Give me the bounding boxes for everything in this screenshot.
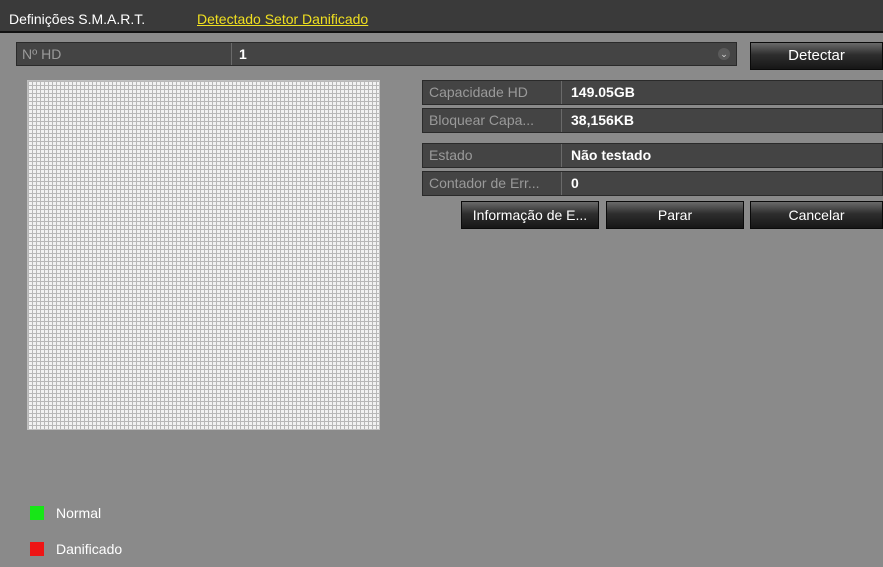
normal-swatch: [30, 506, 44, 520]
block-capacity-value: 38,156KB: [571, 112, 635, 128]
info-row-status: Estado Não testado: [422, 143, 883, 168]
tab-smart-settings[interactable]: Definições S.M.A.R.T.: [9, 9, 145, 29]
tab-bar: Definições S.M.A.R.T. Detectado Setor Da…: [0, 0, 883, 33]
hd-select[interactable]: Nº HD 1 ⌄: [16, 42, 737, 66]
capacity-value: 149.05GB: [571, 84, 635, 100]
sector-map-grid: [27, 80, 380, 430]
status-value: Não testado: [571, 147, 652, 163]
tab-bad-sector-detection[interactable]: Detectado Setor Danificado: [197, 9, 368, 29]
legend-normal-label: Normal: [56, 505, 102, 521]
block-capacity-label: Bloquear Capa...: [423, 109, 562, 132]
tab-divider: [0, 31, 883, 33]
cancel-button[interactable]: Cancelar: [750, 201, 883, 229]
hd-number-label: Nº HD: [17, 43, 232, 65]
info-row-error-count: Contador de Err... 0: [422, 171, 883, 196]
chevron-down-icon[interactable]: ⌄: [718, 48, 730, 60]
capacity-label: Capacidade HD: [423, 81, 562, 104]
hd-number-value[interactable]: 1: [239, 43, 247, 65]
error-count-label: Contador de Err...: [423, 172, 562, 195]
info-row-block-capacity: Bloquear Capa... 38,156KB: [422, 108, 883, 133]
status-label: Estado: [423, 144, 562, 167]
error-count-value: 0: [571, 175, 579, 191]
info-row-capacity: Capacidade HD 149.05GB: [422, 80, 883, 105]
detect-button[interactable]: Detectar: [750, 42, 883, 70]
damaged-swatch: [30, 542, 44, 556]
stop-button[interactable]: Parar: [606, 201, 744, 229]
error-info-button[interactable]: Informação de E...: [461, 201, 599, 229]
legend-damaged-label: Danificado: [56, 541, 123, 557]
